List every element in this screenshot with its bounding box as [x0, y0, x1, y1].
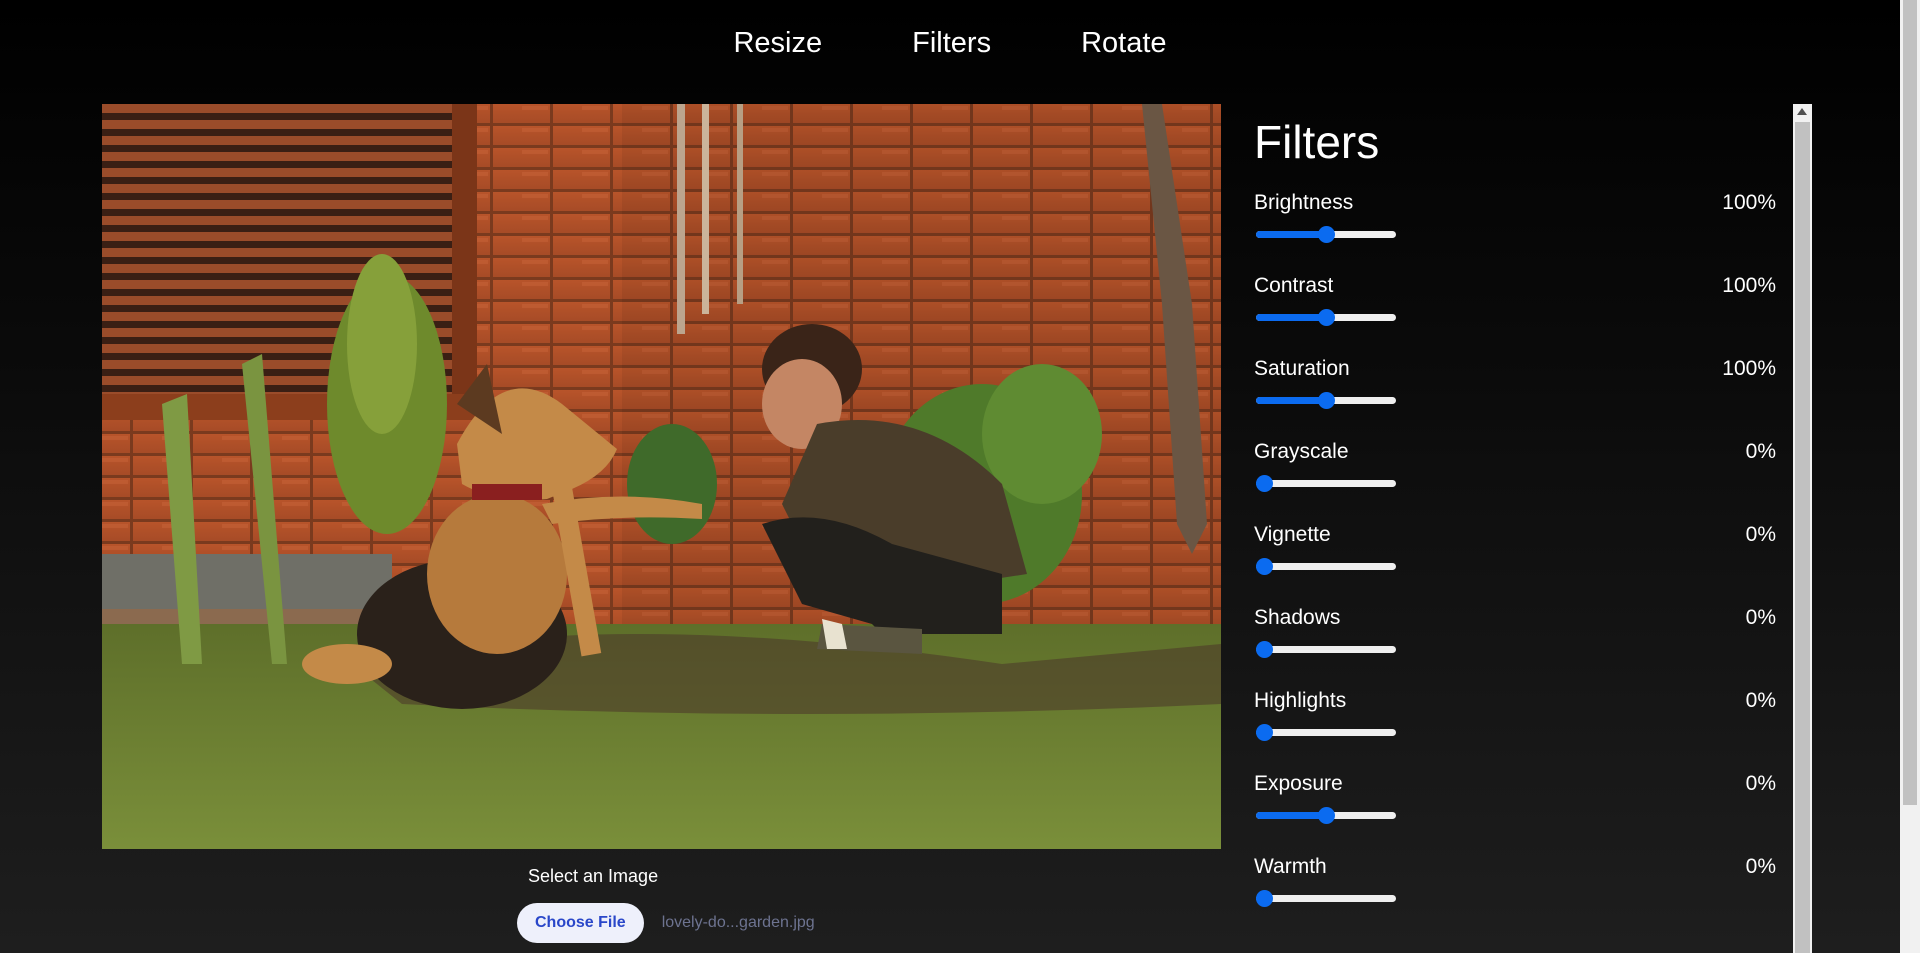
filter-name: Shadows	[1254, 606, 1341, 629]
choose-file-button[interactable]: Choose File	[517, 903, 644, 943]
nav-resize[interactable]: Resize	[688, 27, 867, 60]
slider-track[interactable]	[1256, 729, 1396, 736]
photo-dog-and-man	[102, 104, 1221, 849]
panel-scroll-thumb[interactable]	[1795, 122, 1810, 953]
filter-name: Warmth	[1254, 855, 1327, 878]
filter-header: Highlights 0%	[1254, 689, 1776, 715]
selected-file-name: lovely-do...garden.jpg	[661, 914, 815, 931]
filter-value: 100%	[1722, 191, 1776, 214]
filter-name: Contrast	[1254, 274, 1334, 297]
filter-contrast: Contrast 100%	[1254, 274, 1776, 327]
filter-name: Highlights	[1254, 689, 1347, 712]
slider-track[interactable]	[1256, 895, 1396, 902]
scroll-up-arrow-icon[interactable]	[1797, 108, 1807, 115]
filter-slider[interactable]	[1254, 307, 1398, 327]
filter-slider[interactable]	[1254, 556, 1398, 576]
filter-value: 0%	[1745, 689, 1776, 712]
slider-track[interactable]	[1256, 563, 1396, 570]
filter-brightness: Brightness 100%	[1254, 191, 1776, 244]
image-preview	[102, 104, 1221, 849]
filter-slider[interactable]	[1254, 473, 1398, 493]
page-scrollbar[interactable]	[1900, 0, 1920, 953]
filter-name: Exposure	[1254, 772, 1343, 795]
filters-panel: Filters Brightness 100% Contrast 100% Satura…	[1254, 104, 1812, 953]
slider-fill	[1256, 314, 1326, 321]
filter-slider[interactable]	[1254, 224, 1398, 244]
slider-handle[interactable]	[1256, 890, 1273, 907]
nav-rotate[interactable]: Rotate	[1036, 27, 1211, 60]
filter-name: Grayscale	[1254, 440, 1349, 463]
filter-slider[interactable]	[1254, 888, 1398, 908]
filter-value: 100%	[1722, 274, 1776, 297]
slider-handle[interactable]	[1318, 309, 1335, 326]
slider-fill	[1256, 812, 1326, 819]
panel-title: Filters	[1254, 116, 1380, 168]
slider-handle[interactable]	[1256, 558, 1273, 575]
slider-fill	[1256, 397, 1326, 404]
filter-name: Saturation	[1254, 357, 1350, 380]
filter-header: Warmth 0%	[1254, 855, 1776, 881]
filter-value: 0%	[1745, 606, 1776, 629]
filter-saturation: Saturation 100%	[1254, 357, 1776, 410]
filter-shadows: Shadows 0%	[1254, 606, 1776, 659]
select-image-label: Select an Image	[528, 866, 659, 886]
filter-highlights: Highlights 0%	[1254, 689, 1776, 742]
slider-fill	[1256, 231, 1326, 238]
slider-handle[interactable]	[1256, 475, 1273, 492]
filter-list: Brightness 100% Contrast 100% Saturation 100%…	[1254, 191, 1812, 908]
nav-filters[interactable]: Filters	[867, 27, 1036, 60]
slider-track[interactable]	[1256, 646, 1396, 653]
filter-vignette: Vignette 0%	[1254, 523, 1776, 576]
slider-handle[interactable]	[1256, 641, 1273, 658]
file-input: Choose File lovely-do...garden.jpg	[517, 903, 815, 943]
filter-name: Vignette	[1254, 523, 1331, 546]
filter-slider[interactable]	[1254, 639, 1398, 659]
filter-header: Saturation 100%	[1254, 357, 1776, 383]
filter-value: 0%	[1745, 440, 1776, 463]
top-nav: Resize Filters Rotate	[0, 0, 1900, 90]
slider-handle[interactable]	[1318, 392, 1335, 409]
page-scroll-thumb[interactable]	[1903, 0, 1917, 805]
filter-header: Vignette 0%	[1254, 523, 1776, 549]
filter-header: Grayscale 0%	[1254, 440, 1776, 466]
filter-slider[interactable]	[1254, 805, 1398, 825]
slider-handle[interactable]	[1318, 807, 1335, 824]
filter-exposure: Exposure 0%	[1254, 772, 1776, 825]
panel-scrollbar[interactable]	[1793, 104, 1812, 953]
filter-header: Exposure 0%	[1254, 772, 1776, 798]
slider-track[interactable]	[1256, 480, 1396, 487]
filter-slider[interactable]	[1254, 390, 1398, 410]
filter-value: 100%	[1722, 357, 1776, 380]
filter-header: Contrast 100%	[1254, 274, 1776, 300]
filter-warmth: Warmth 0%	[1254, 855, 1776, 908]
slider-handle[interactable]	[1318, 226, 1335, 243]
filter-grayscale: Grayscale 0%	[1254, 440, 1776, 493]
filter-value: 0%	[1745, 772, 1776, 795]
filter-value: 0%	[1745, 523, 1776, 546]
filter-name: Brightness	[1254, 191, 1354, 214]
filter-header: Brightness 100%	[1254, 191, 1776, 217]
filter-value: 0%	[1745, 855, 1776, 878]
filter-header: Shadows 0%	[1254, 606, 1776, 632]
filter-slider[interactable]	[1254, 722, 1398, 742]
slider-handle[interactable]	[1256, 724, 1273, 741]
